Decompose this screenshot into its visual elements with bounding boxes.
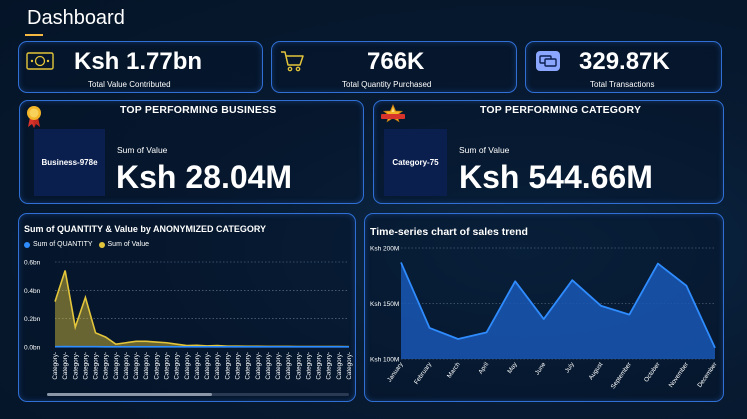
title-underline [25,34,43,36]
kpi-value: 766K [367,48,425,75]
x-tick-label: April [477,361,490,375]
category-name: Category-75 [384,129,447,196]
x-tick-label: Category- [204,352,211,380]
x-tick-label: Category- [316,352,323,380]
top-business-title: TOP PERFORMING BUSINESS [120,104,277,116]
y-tick-label: 0.0bn [24,345,41,352]
x-tick-label: Category- [52,352,59,380]
chart-legend: Sum of QUANTITY Sum of Value [24,241,149,248]
x-tick-label: Category- [82,352,89,380]
cart-icon [279,49,305,78]
legend-label-quantity: Sum of QUANTITY [33,241,93,248]
x-tick-label: Category- [174,352,181,380]
x-tick-label: November [668,361,690,389]
x-tick-label: Category- [153,352,160,380]
chart-title: Sum of QUANTITY & Value by ANONYMIZED CA… [24,224,267,234]
legend-swatch-value [98,241,105,248]
x-tick-label: Category- [214,352,221,380]
x-tick-label: Category- [123,352,130,380]
y-tick-label: Ksh 150M [370,301,399,308]
x-tick-label: March [446,361,462,380]
sales-trend-area [401,262,715,359]
x-tick-label: July [564,360,577,374]
top-business-card[interactable]: TOP PERFORMING BUSINESS Business-978e Su… [19,100,364,204]
x-tick-label: January [386,360,405,383]
y-tick-label: 0.4bn [24,288,41,295]
top-category-title: TOP PERFORMING CATEGORY [480,104,642,116]
trend-chart-card[interactable]: Time-series chart of sales trend Ksh 200… [364,213,724,402]
x-tick-label: September [610,361,633,390]
value-area [55,270,349,347]
category-area-chart: 0.6bn0.4bn0.2bn0.0bnCategory- Category- Ca… [24,260,353,396]
transactions-icon [535,50,561,77]
category-value: Ksh 544.66M [459,159,653,195]
x-tick-label: Category- [265,352,272,380]
star-badge-icon [381,103,405,129]
kpi-label: Total Transactions [590,80,655,89]
y-tick-label: Ksh 100M [370,357,399,364]
x-tick-label: Category- [224,352,231,380]
x-tick-label: June [534,361,548,377]
kpi-card-value[interactable]: Ksh 1.77bn Total Value Contributed [18,41,263,93]
chart-title: Time-series chart of sales trend [370,226,528,238]
kpi-value: Ksh 1.77bn [74,48,203,75]
x-tick-label: October [643,361,662,383]
y-tick-label: 0.2bn [24,316,41,323]
x-tick-label: Category- [113,352,120,380]
x-tick-label: August [587,361,604,381]
sum-of-value-label: Sum of Value [117,145,168,155]
x-tick-label: Category- [103,352,110,380]
sum-of-value-label: Sum of Value [459,145,510,155]
y-tick-label: 0.6bn [24,260,41,267]
x-tick-label: Category- [93,352,100,380]
legend-label-value: Sum of Value [107,241,150,248]
category-chart-card[interactable]: Sum of QUANTITY & Value by ANONYMIZED CA… [18,213,356,402]
business-value: Ksh 28.04M [116,159,293,195]
x-tick-label: Category- [194,352,201,380]
kpi-card-transactions[interactable]: 329.87K Total Transactions [525,41,722,93]
x-tick-label: Category- [164,352,171,380]
x-tick-label: Category- [295,352,302,380]
horizontal-scrollbar-thumb[interactable] [47,393,212,396]
legend-swatch-quantity [24,241,30,248]
x-tick-label: May [506,360,519,374]
x-tick-label: Category- [255,352,262,380]
x-tick-label: Category- [72,352,79,380]
kpi-label: Total Quantity Purchased [342,80,432,89]
business-name: Business-978e [34,129,105,196]
x-tick-label: Category- [275,352,282,380]
x-tick-label: Category- [326,352,333,380]
x-tick-label: Category- [184,352,191,380]
kpi-value: 329.87K [579,48,670,75]
trend-area-chart: Ksh 200M Ksh 150M Ksh 100MJanuary February M… [370,246,719,391]
x-tick-label: Category- [305,352,312,380]
x-tick-label: Category- [62,352,69,380]
kpi-label: Total Value Contributed [88,80,171,89]
x-tick-label: Category- [143,352,150,380]
x-tick-label: Category- [245,352,252,380]
x-tick-label: February [413,360,434,385]
x-tick-label: December [696,361,718,389]
top-category-card[interactable]: TOP PERFORMING CATEGORY Category-75 Sum … [373,100,724,204]
x-tick-label: Category- [346,352,353,380]
x-tick-label: Category- [285,352,292,380]
y-tick-label: Ksh 200M [370,246,399,253]
money-icon [25,50,55,77]
x-tick-label: Category- [234,352,241,380]
kpi-card-quantity[interactable]: 766K Total Quantity Purchased [271,41,517,93]
x-tick-label: Category- [133,352,140,380]
page-title: Dashboard [27,7,125,29]
x-tick-label: Category- [336,352,343,380]
